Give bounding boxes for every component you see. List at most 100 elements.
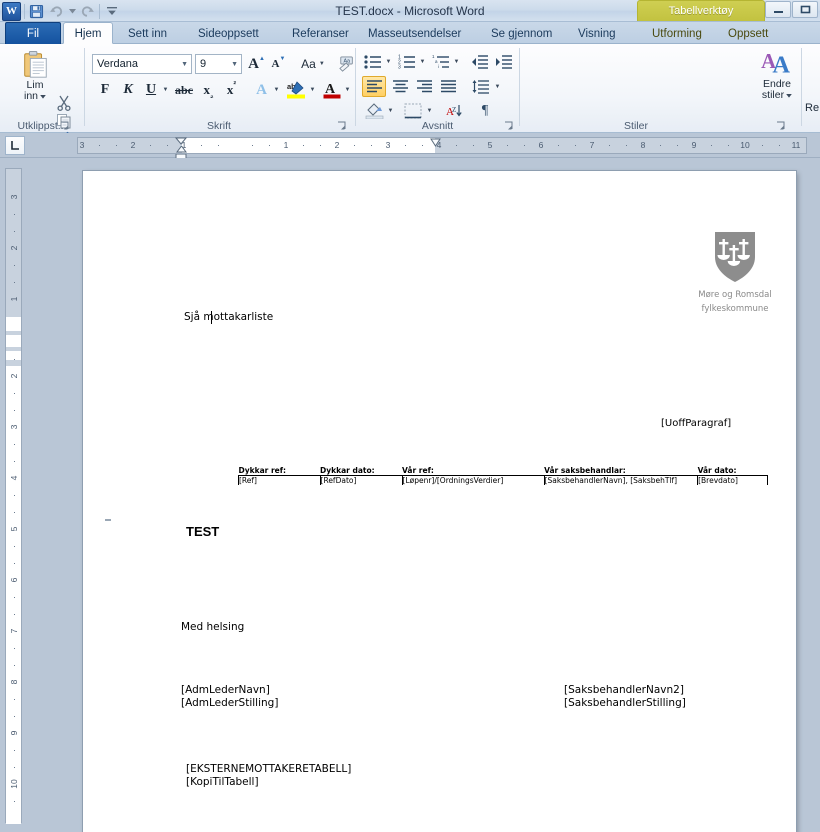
tab-visning[interactable]: Visning xyxy=(568,22,626,44)
table-cell[interactable]: [SaksbehandlerNavn], [SaksbehTlf] xyxy=(544,475,699,485)
closing-line[interactable]: Med helsing xyxy=(181,621,244,633)
letter-metadata-table[interactable]: Dykkar ref: Dykkar dato: Vår ref: Vår sa… xyxy=(238,466,768,485)
numbering-dropdown-icon[interactable]: ▼ xyxy=(418,52,427,72)
ruler-tick: 4 xyxy=(9,475,19,481)
multilevel-dropdown-icon[interactable]: ▼ xyxy=(452,52,461,72)
document-heading-test[interactable]: TEST xyxy=(186,524,219,539)
highlight-dropdown-icon[interactable]: ▼ xyxy=(308,80,317,100)
subscript-button[interactable]: x₂ xyxy=(198,80,219,100)
paragraph-dialog-launcher[interactable] xyxy=(504,121,514,131)
table-cell[interactable]: [Ref] xyxy=(238,475,321,485)
minimize-button[interactable] xyxy=(765,1,791,18)
table-row[interactable]: [Ref] [RefDato] [Løpenr]/[OrdningsVerdie… xyxy=(238,475,768,485)
line-spacing-dropdown-icon[interactable]: ▼ xyxy=(493,76,502,97)
font-size-value: 9 xyxy=(200,58,207,70)
signature-left-name[interactable]: [AdmLederNavn] xyxy=(181,684,270,696)
ruler-tick: 5 xyxy=(487,140,493,150)
tab-fil[interactable]: Fil xyxy=(5,22,61,44)
font-dialog-launcher[interactable] xyxy=(337,121,347,131)
restore-button[interactable] xyxy=(792,1,818,18)
uoff-paragraf-field[interactable]: [UoffParagraf] xyxy=(661,418,731,429)
more-og-romsdal-coat-of-arms: Møre og Romsdal fylkeskommune xyxy=(687,231,783,314)
ruler-tick: 5 xyxy=(9,526,19,532)
styles-dialog-launcher[interactable] xyxy=(776,121,786,131)
line-spacing-button[interactable] xyxy=(469,76,493,97)
recipient-line[interactable]: Sjå mottakarliste xyxy=(184,311,273,323)
clipboard-dialog-launcher[interactable] xyxy=(60,121,70,131)
ruler-tick: 3 xyxy=(9,424,19,430)
ribbon-group-clipboard: Lim inn Utklippst... xyxy=(0,44,84,146)
shrink-font-button[interactable]: A ▼ xyxy=(268,54,289,74)
tab-sett-inn[interactable]: Sett inn xyxy=(118,22,177,44)
multilevel-list-button[interactable]: 1ai xyxy=(430,52,452,72)
underline-button[interactable]: U xyxy=(141,80,161,100)
document-canvas[interactable]: Møre og Romsdal fylkeskommune Sjå mottak… xyxy=(27,158,820,832)
tab-referanser[interactable]: Referanser xyxy=(282,22,359,44)
right-indent-marker[interactable] xyxy=(430,138,441,150)
align-right-button[interactable] xyxy=(412,76,436,97)
group-label-font: Skrift xyxy=(207,120,231,132)
text-effects-dropdown-icon[interactable]: ▼ xyxy=(272,80,281,100)
copy-to-field[interactable]: [KopiTilTabell] xyxy=(186,776,259,788)
change-styles-label-line2: stiler xyxy=(761,89,785,101)
signature-right-name[interactable]: [SaksbehandlerNavn2] xyxy=(564,684,684,696)
font-color-dropdown-icon[interactable]: ▼ xyxy=(343,80,352,100)
italic-button[interactable]: K xyxy=(118,80,138,100)
change-styles-button[interactable]: A A Endre stiler xyxy=(754,49,800,101)
cut-icon[interactable] xyxy=(54,94,74,112)
borders-dropdown-icon[interactable]: ▼ xyxy=(425,100,434,121)
horizontal-ruler-area: 3 2 1 1 2 3 4 5 6 7 8 9 10 11 xyxy=(0,133,820,161)
table-cell[interactable]: [Løpenr]/[OrdningsVerdier] xyxy=(402,475,545,485)
tab-sideoppsett[interactable]: Sideoppsett xyxy=(188,22,269,44)
tab-se-gjennom[interactable]: Se gjennom xyxy=(481,22,562,44)
bullets-button[interactable] xyxy=(362,52,384,72)
ruler-ticks: 3 2 1 1 2 3 4 5 6 7 8 9 10 11 xyxy=(78,138,806,153)
ruler-tick: 8 xyxy=(640,140,646,150)
signature-left-title[interactable]: [AdmLederStilling] xyxy=(181,697,278,709)
increase-indent-button[interactable] xyxy=(493,52,515,72)
table-cell[interactable]: [Brevdato] xyxy=(697,475,768,485)
numbering-button[interactable]: 123 xyxy=(396,52,418,72)
vertical-ruler[interactable]: 3 2 1 2 3 4 5 6 7 8 9 10 xyxy=(5,168,22,824)
change-case-button[interactable]: Aa ▼ xyxy=(297,54,329,74)
font-color-button[interactable]: A xyxy=(321,79,343,101)
tab-oppsett[interactable]: Oppsett xyxy=(718,22,778,44)
ruler-tick: 8 xyxy=(9,679,19,685)
justify-button[interactable] xyxy=(436,76,460,97)
strikethrough-button[interactable]: abc xyxy=(173,80,195,100)
ruler-tick: 3 xyxy=(79,140,85,150)
superscript-button[interactable]: x² xyxy=(221,80,242,100)
shading-button[interactable] xyxy=(362,100,386,121)
window-buttons[interactable] xyxy=(765,1,818,18)
text-highlight-button[interactable]: ab xyxy=(284,79,308,101)
group-label-paragraph: Avsnitt xyxy=(421,120,454,132)
horizontal-ruler[interactable]: 3 2 1 1 2 3 4 5 6 7 8 9 10 11 xyxy=(77,137,807,161)
bullets-dropdown-icon[interactable]: ▼ xyxy=(384,52,393,72)
tab-stop-selector[interactable] xyxy=(5,136,25,155)
paste-button[interactable]: Lim inn xyxy=(12,50,58,102)
decrease-indent-button[interactable] xyxy=(469,52,491,72)
align-left-button[interactable] xyxy=(362,76,386,97)
external-recipients-field[interactable]: [EKSTERNEMOTTAKERETABELL] xyxy=(186,763,351,775)
chevron-down-icon[interactable]: ▼ xyxy=(181,61,188,68)
chevron-down-icon[interactable]: ▼ xyxy=(231,61,238,68)
underline-dropdown-icon[interactable]: ▼ xyxy=(161,80,170,100)
tab-hjem[interactable]: Hjem xyxy=(63,22,113,44)
tab-masseutsendelser[interactable]: Masseutsendelser xyxy=(358,22,471,44)
shading-dropdown-icon[interactable]: ▼ xyxy=(386,100,395,121)
table-cell[interactable]: [RefDato] xyxy=(320,475,403,485)
borders-button[interactable] xyxy=(401,100,425,121)
sort-button[interactable]: A Z xyxy=(442,100,466,121)
font-name-combo[interactable]: Verdana ▼ xyxy=(92,54,192,74)
document-page[interactable]: Møre og Romsdal fylkeskommune Sjå mottak… xyxy=(83,171,796,832)
show-formatting-marks-button[interactable]: ¶ xyxy=(474,100,496,121)
text-effects-button[interactable]: A xyxy=(251,80,272,100)
grow-font-button[interactable]: A ▲ xyxy=(246,54,267,74)
tab-utforming[interactable]: Utforming xyxy=(642,22,712,44)
signature-right-title[interactable]: [SaksbehandlerStilling] xyxy=(564,697,686,709)
ruler-tick: 6 xyxy=(538,140,544,150)
font-size-combo[interactable]: 9 ▼ xyxy=(195,54,242,74)
align-center-button[interactable] xyxy=(388,76,412,97)
bold-button[interactable]: F xyxy=(95,80,115,100)
ruler-tick: 2 xyxy=(130,140,136,150)
